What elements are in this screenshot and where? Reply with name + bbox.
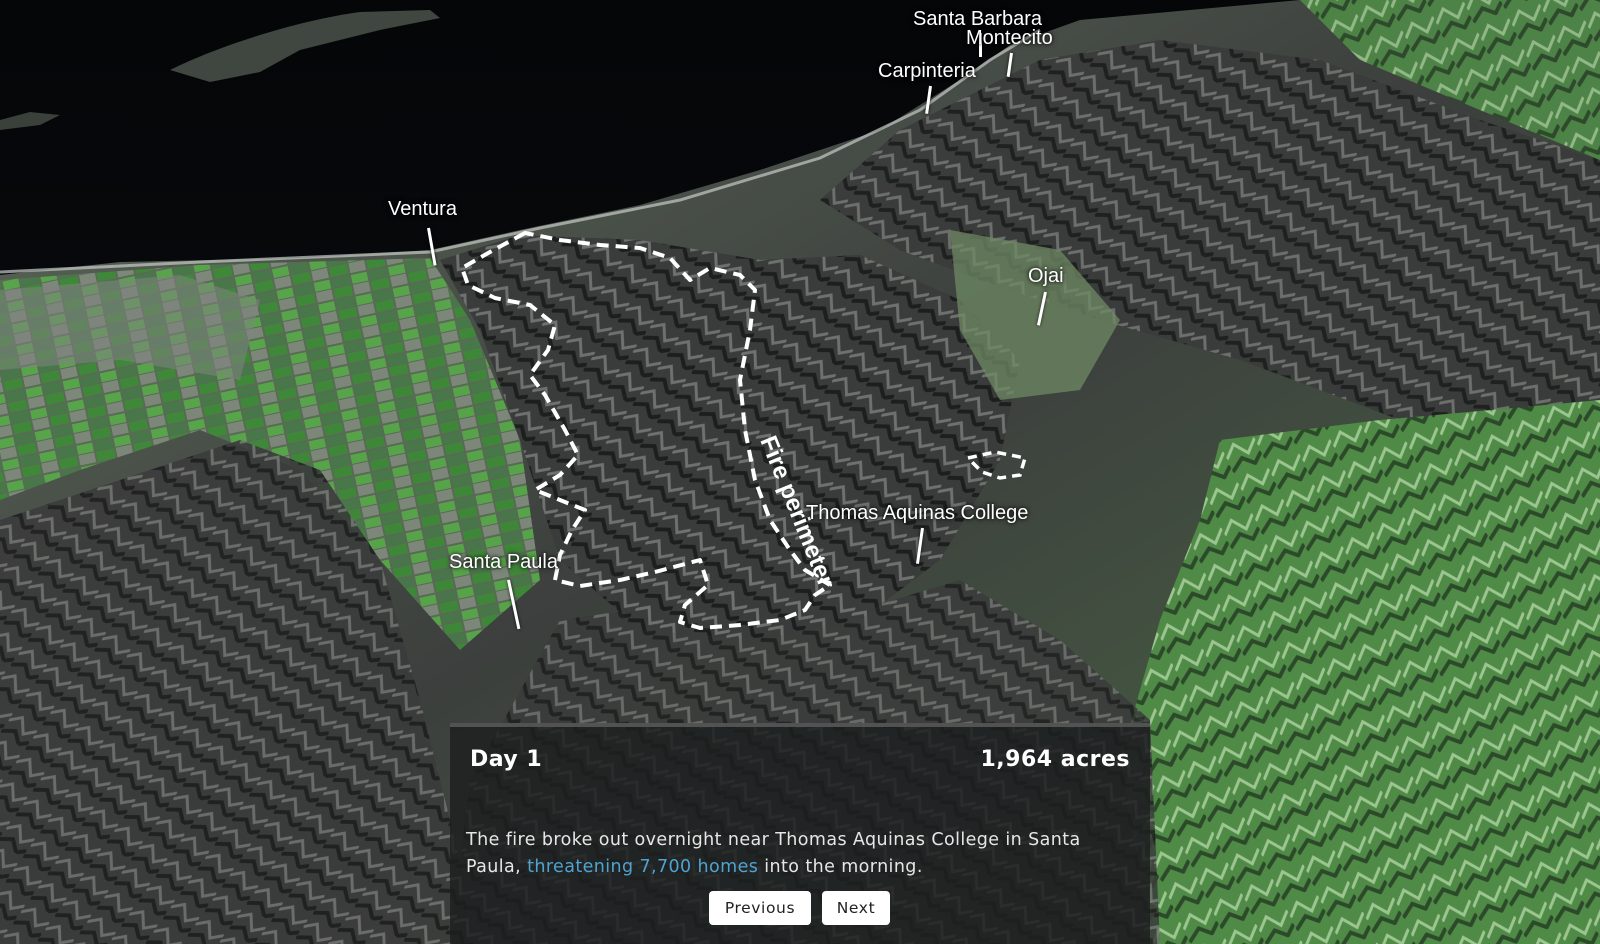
previous-button[interactable]: Previous xyxy=(709,891,811,925)
place-label-ventura: Ventura xyxy=(388,198,457,220)
timeline-panel: Day 1 1,964 acres The fire broke out ove… xyxy=(450,723,1150,944)
acres-label: 1,964 acres xyxy=(980,747,1130,772)
place-label-montecito: Montecito xyxy=(966,27,1053,49)
panel-description: The fire broke out overnight near Thomas… xyxy=(466,827,1126,881)
place-label-santa-paula: Santa Paula xyxy=(449,551,558,573)
place-label-carpinteria: Carpinteria xyxy=(878,60,976,82)
next-button[interactable]: Next xyxy=(822,891,890,925)
place-label-ojai: Ojai xyxy=(1028,265,1064,287)
homes-link[interactable]: threatening 7,700 homes xyxy=(527,857,758,877)
place-label-thomas-aquinas-college: Thomas Aquinas College xyxy=(806,502,1029,524)
day-label: Day 1 xyxy=(470,747,543,772)
description-text-end: into the morning. xyxy=(758,857,923,877)
